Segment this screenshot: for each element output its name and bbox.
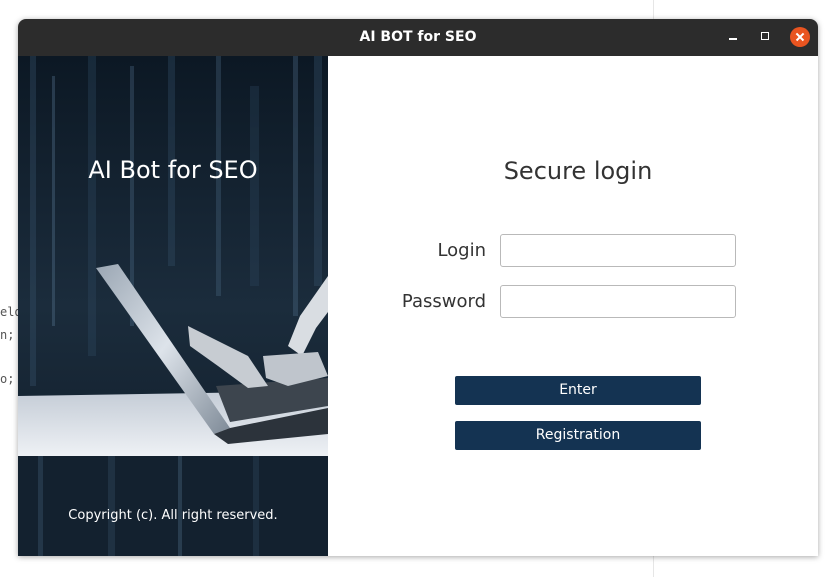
- login-heading: Secure login: [503, 157, 653, 185]
- window-title: AI BOT for SEO: [359, 29, 477, 45]
- password-label: Password: [401, 291, 486, 312]
- maximize-button[interactable]: [756, 27, 776, 47]
- password-input[interactable]: [500, 285, 736, 318]
- login-panel: Secure login Login Password Enter Regist…: [328, 56, 818, 556]
- left-panel: AI Bot for SEO Copyright (c). All right …: [18, 56, 328, 556]
- background-code-line: o;: [0, 372, 15, 386]
- copyright-text: Copyright (c). All right reserved.: [68, 508, 278, 523]
- left-panel-title: AI Bot for SEO: [88, 156, 258, 184]
- background-code-line: n;: [0, 328, 15, 342]
- enter-button[interactable]: Enter: [455, 376, 701, 405]
- close-button[interactable]: [790, 27, 810, 47]
- login-label: Login: [437, 240, 486, 261]
- minimize-button[interactable]: [723, 27, 743, 47]
- registration-button[interactable]: Registration: [455, 421, 701, 450]
- laptop-robot-hands-image: [18, 56, 328, 556]
- titlebar[interactable]: AI BOT for SEO: [18, 19, 818, 56]
- app-window: AI BOT for SEO AI Bot for SEO Copyright …: [18, 19, 818, 556]
- login-input[interactable]: [500, 234, 736, 267]
